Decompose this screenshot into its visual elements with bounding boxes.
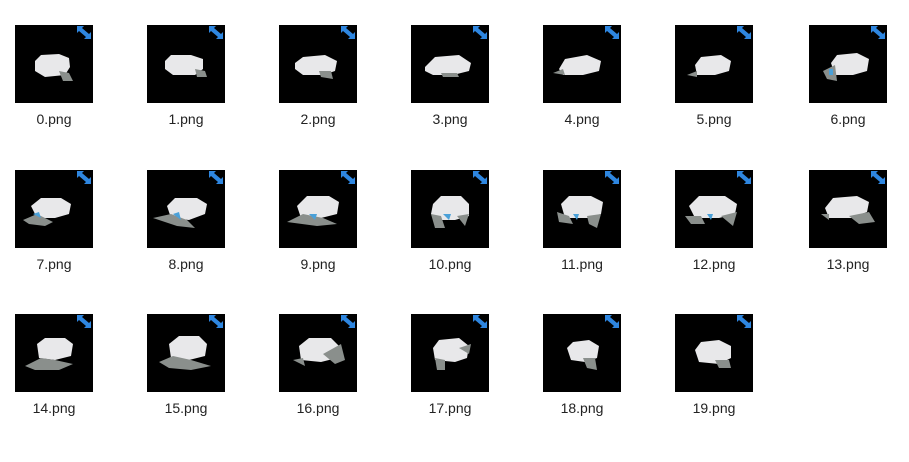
file-name: 12.png (692, 256, 736, 272)
file-name: 7.png (36, 256, 72, 272)
file-item[interactable]: 14.png (1, 314, 101, 434)
thumbnail (147, 25, 225, 103)
file-item[interactable]: 12.png (661, 170, 761, 290)
file-name: 17.png (428, 400, 472, 416)
pin-badge-icon (473, 171, 487, 184)
pin-badge-icon (209, 315, 223, 328)
thumbnail (809, 25, 887, 103)
thumbnail (411, 25, 489, 103)
file-item[interactable]: 5.png (661, 25, 761, 145)
file-item[interactable]: 7.png (1, 170, 101, 290)
thumbnail (809, 170, 887, 248)
file-item[interactable]: 13.png (795, 170, 895, 290)
thumbnail (411, 170, 489, 248)
file-name: 19.png (692, 400, 736, 416)
file-name: 5.png (696, 111, 732, 127)
file-name: 6.png (830, 111, 866, 127)
pin-badge-icon (473, 26, 487, 39)
file-name: 1.png (168, 111, 204, 127)
thumbnail (675, 314, 753, 392)
file-name: 10.png (428, 256, 472, 272)
file-name: 9.png (300, 256, 336, 272)
pin-badge-icon (605, 26, 619, 39)
file-name: 8.png (168, 256, 204, 272)
pin-badge-icon (871, 171, 885, 184)
pin-badge-icon (341, 315, 355, 328)
thumbnail (15, 170, 93, 248)
pin-badge-icon (737, 171, 751, 184)
file-item[interactable]: 3.png (397, 25, 497, 145)
thumbnail (147, 170, 225, 248)
pin-badge-icon (209, 26, 223, 39)
file-name: 11.png (561, 256, 603, 272)
file-name: 16.png (296, 400, 340, 416)
thumbnail (279, 170, 357, 248)
file-item[interactable]: 17.png (397, 314, 497, 434)
thumbnail (543, 25, 621, 103)
file-item[interactable]: 18.png (529, 314, 629, 434)
thumbnail (411, 314, 489, 392)
pin-badge-icon (473, 315, 487, 328)
pin-badge-icon (77, 26, 91, 39)
thumbnail (15, 25, 93, 103)
pin-badge-icon (871, 26, 885, 39)
file-item[interactable]: 2.png (265, 25, 365, 145)
thumbnail (675, 170, 753, 248)
file-name: 14.png (32, 400, 76, 416)
file-item[interactable]: 6.png (795, 25, 895, 145)
pin-badge-icon (77, 315, 91, 328)
file-item[interactable]: 0.png (1, 25, 101, 145)
file-name: 15.png (164, 400, 208, 416)
pin-badge-icon (737, 315, 751, 328)
file-item[interactable]: 10.png (397, 170, 497, 290)
pin-badge-icon (209, 171, 223, 184)
thumbnail (279, 314, 357, 392)
file-item[interactable]: 4.png (529, 25, 629, 145)
pin-badge-icon (605, 171, 619, 184)
file-name: 3.png (432, 111, 468, 127)
file-item[interactable]: 16.png (265, 314, 365, 434)
file-name: 0.png (36, 111, 72, 127)
pin-badge-icon (341, 171, 355, 184)
file-item[interactable]: 15.png (133, 314, 233, 434)
thumbnail (15, 314, 93, 392)
thumbnail (543, 314, 621, 392)
pin-badge-icon (605, 315, 619, 328)
file-grid: 0.png 1.png 2.png 3.png 4.png 5.png 6.pn… (0, 0, 909, 462)
file-name: 18.png (560, 400, 604, 416)
file-item[interactable]: 19.png (661, 314, 761, 434)
file-item[interactable]: 8.png (133, 170, 233, 290)
thumbnail (147, 314, 225, 392)
pin-badge-icon (77, 171, 91, 184)
thumbnail (675, 25, 753, 103)
thumbnail (543, 170, 621, 248)
file-name: 13.png (826, 256, 870, 272)
pin-badge-icon (341, 26, 355, 39)
file-item[interactable]: 9.png (265, 170, 365, 290)
file-item[interactable]: 11.png (529, 170, 629, 290)
thumbnail (279, 25, 357, 103)
file-name: 4.png (564, 111, 600, 127)
file-item[interactable]: 1.png (133, 25, 233, 145)
file-name: 2.png (300, 111, 336, 127)
pin-badge-icon (737, 26, 751, 39)
